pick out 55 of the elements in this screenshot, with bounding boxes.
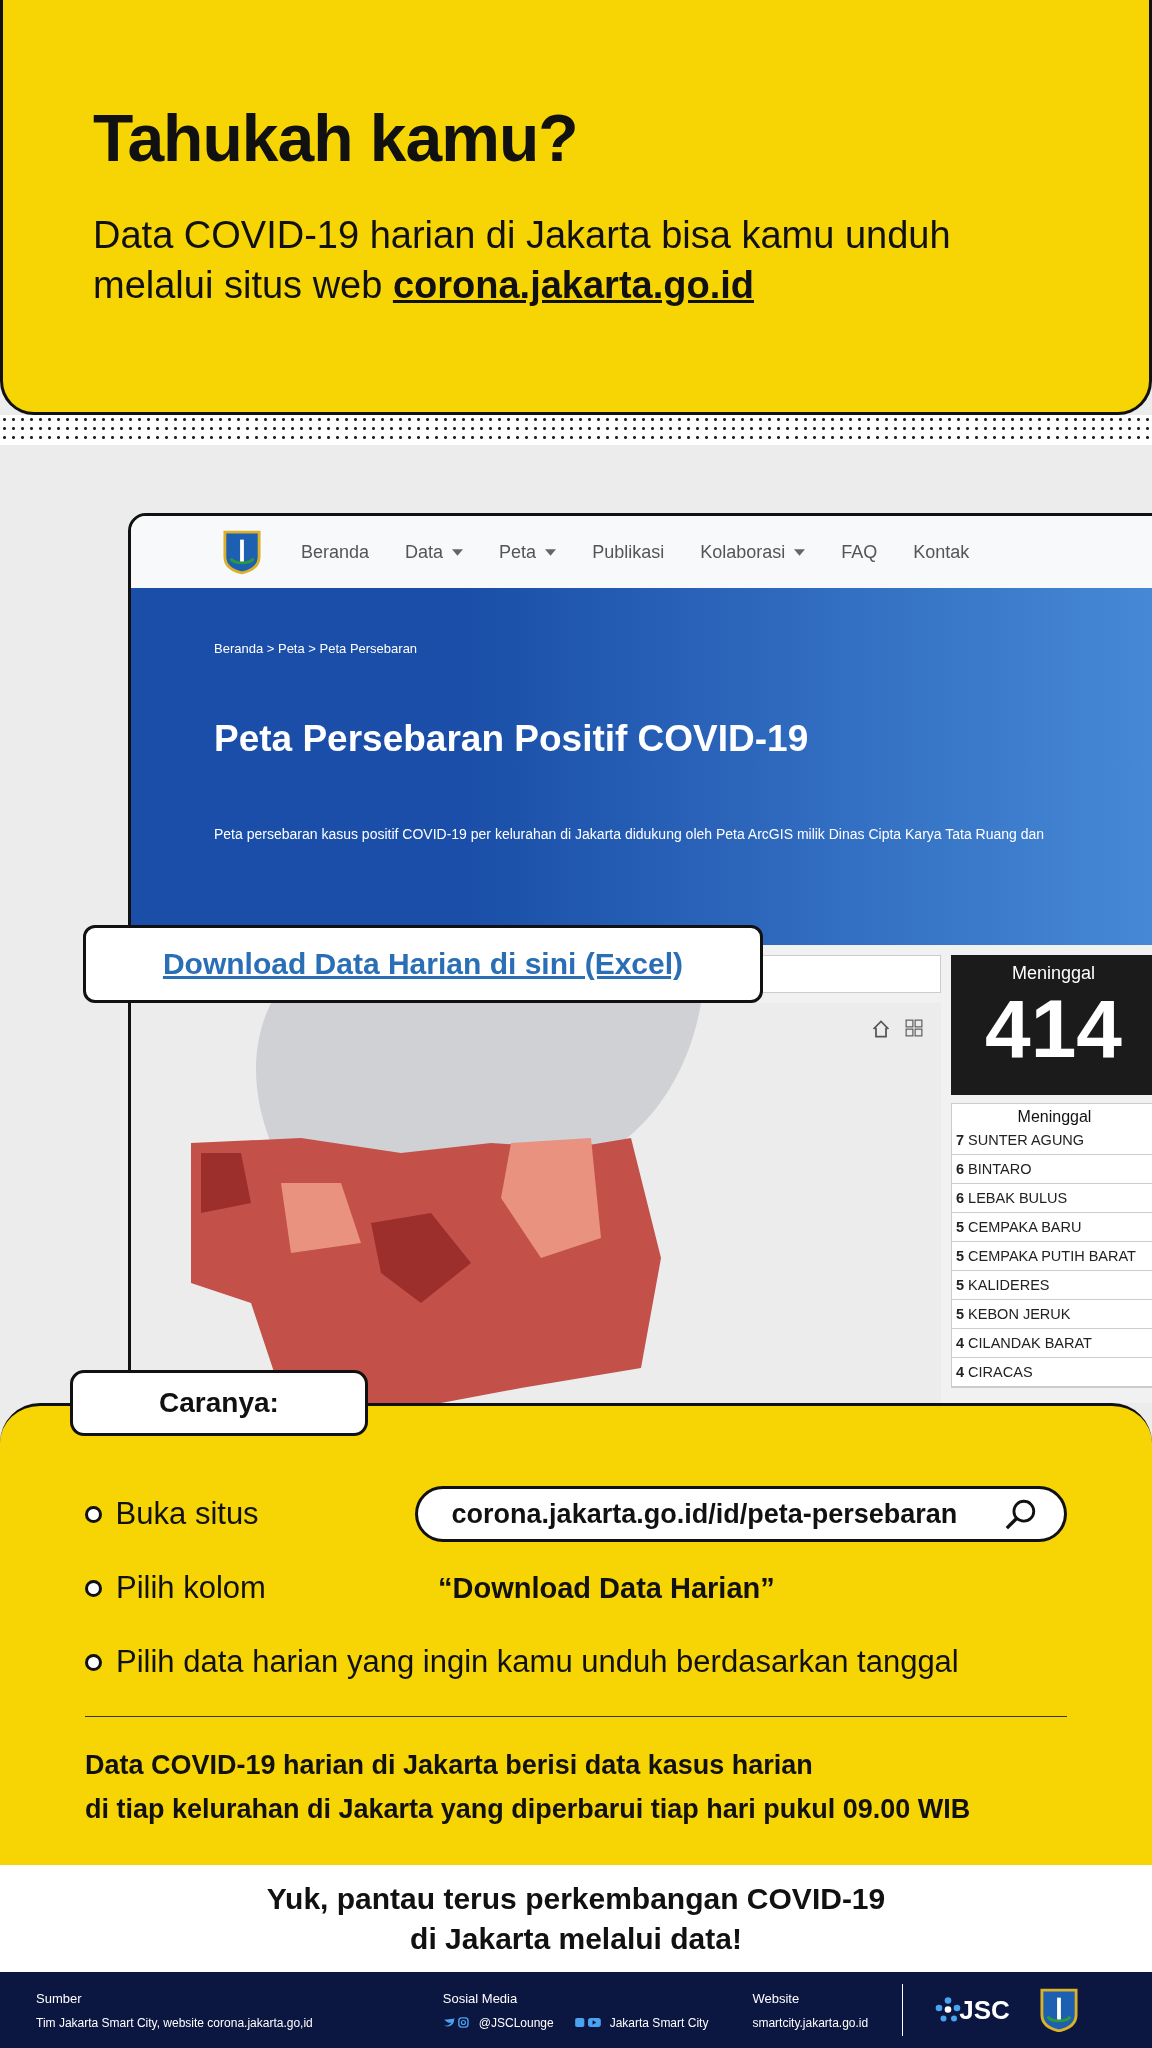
social-icons[interactable] [573, 2017, 602, 2028]
list-row[interactable]: 7 SUNTER AGUNG [952, 1126, 1152, 1155]
note-text: Data COVID-19 harian di Jakarta berisi data kasus harian [85, 1749, 814, 1782]
closing-text: Yuk, pantau terus perkembangan COVID-19 [266, 1880, 886, 1917]
nav-link[interactable]: Publikasi [592, 541, 665, 563]
step-text: Pilih data harian yang ingin kamu unduh berdasarkan tanggal [116, 1644, 959, 1680]
crest-icon [1039, 1988, 1078, 2032]
bullet-icon [85, 1579, 102, 1597]
bullet-icon [85, 1653, 102, 1671]
list-row[interactable]: 4 CIRACAS [952, 1358, 1152, 1387]
list-row[interactable]: 4 CILANDAK BARAT [952, 1329, 1152, 1358]
social-icons[interactable] [442, 2017, 471, 2028]
search-field[interactable] [761, 955, 941, 993]
closing-text: di Jakarta melalui data! [410, 1920, 742, 1957]
nav-link[interactable]: FAQ [841, 541, 878, 563]
footer-label: Sumber [36, 1990, 83, 2006]
home-icon[interactable] [871, 1019, 891, 1039]
page-description: Peta persebaran kasus positif COVID-19 per kelurahan di Jakarta didukung oleh Peta ArcGIS milik Dinas Cipta Karya Tata Ruang dan [214, 826, 1046, 842]
list-row[interactable]: 5 CEMPAKA BARU [952, 1213, 1152, 1242]
nav-link[interactable]: Kontak [913, 541, 970, 563]
step-text: Buka situs [115, 1496, 260, 1532]
steps-label: Caranya: [70, 1370, 368, 1436]
note-text: di tiap kelurahan di Jakarta yang diperbarui tiap hari pukul 09.00 WIB [85, 1793, 972, 1826]
list-row[interactable]: 5 KALIDERES [952, 1271, 1152, 1300]
list-row[interactable]: 6 BINTARO [952, 1155, 1152, 1184]
nav-link[interactable]: Peta [499, 541, 557, 563]
crest-icon [223, 529, 261, 575]
nav-link[interactable]: Beranda [301, 541, 370, 563]
nav-link[interactable]: Kolaborasi [700, 541, 806, 563]
list-header: Meninggal [1016, 1107, 1093, 1126]
source-text: Tim Jakarta Smart City, website corona.jakarta.go,id [36, 2015, 313, 2030]
url-field[interactable]: corona.jakarta.go.id/id/peta-persebaran [414, 1486, 1067, 1542]
step-text: Pilih kolom [116, 1570, 267, 1606]
intro-title: Tahukah kamu? [93, 100, 579, 176]
list-row[interactable]: 5 CEMPAKA PUTIH BARAT [952, 1242, 1152, 1271]
website-text: smartcity.jakarta.go.id [752, 2015, 869, 2030]
site-link[interactable]: corona.jakarta.go.id [392, 264, 754, 306]
breadcrumb: Beranda > Peta > Peta Persebaran [214, 641, 419, 656]
footer-label: Website [752, 1990, 801, 2006]
search-icon [1004, 1497, 1038, 1531]
list-row[interactable]: 6 LEBAK BULUS [952, 1184, 1152, 1213]
grid-icon[interactable] [905, 1019, 923, 1037]
list-row[interactable]: 5 KEBON JERUK [952, 1300, 1152, 1329]
download-link[interactable]: Download Data Harian di sini (Excel) [162, 947, 684, 981]
social-handle: @JSCLounge [478, 2015, 554, 2030]
brand-logo-text: JSC [959, 1994, 1010, 2026]
stat-value: 414 [985, 984, 1122, 1074]
social-handle: Jakarta Smart City [609, 2015, 709, 2030]
intro-text: Data COVID-19 harian di Jakarta bisa kamu unduh melalui situs web corona.jakarta.go.id [93, 213, 952, 308]
page-heading: Peta Persebaran Positif COVID-19 [214, 718, 810, 760]
nav-link[interactable]: Data [405, 541, 464, 563]
footer-label: Sosial Media [442, 1990, 519, 2006]
stat-label: Meninggal [1011, 963, 1096, 984]
column-name: “Download Data Harian” [438, 1571, 775, 1605]
bullet-icon [85, 1505, 102, 1523]
